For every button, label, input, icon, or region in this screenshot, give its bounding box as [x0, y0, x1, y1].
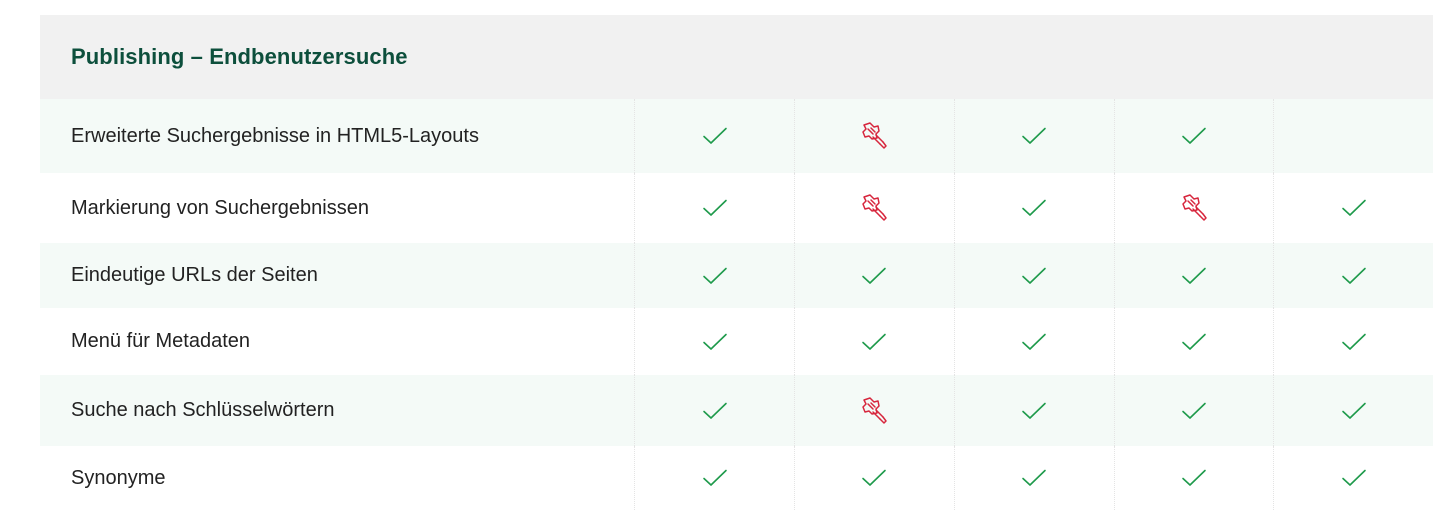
feature-cell: [953, 446, 1114, 510]
feature-cell: [1113, 446, 1274, 510]
feature-cell: [794, 173, 954, 243]
feature-cell: [634, 446, 794, 510]
check-icon: [702, 402, 727, 419]
table-row: Markierung von Suchergebnissen: [40, 173, 1433, 243]
check-icon: [862, 469, 887, 486]
feature-label: Menü für Metadaten: [71, 330, 250, 352]
plugin-icon: [1182, 194, 1207, 221]
feature-label: Markierung von Suchergebnissen: [71, 196, 369, 219]
check-icon: [702, 127, 727, 144]
feature-cell: [1113, 243, 1274, 308]
feature-cell: [1273, 308, 1433, 375]
feature-cell: [1273, 173, 1433, 243]
feature-cell: [794, 446, 954, 510]
check-icon: [1341, 267, 1366, 284]
plugin-icon: [862, 122, 888, 149]
feature-cell: [794, 99, 954, 173]
feature-label: Synonyme: [71, 466, 166, 489]
feature-label: Erweiterte Suchergebnisse in HTML5-Layou…: [71, 124, 479, 147]
check-icon: [1182, 127, 1206, 144]
feature-cell: [953, 173, 1114, 243]
feature-cell: [1113, 375, 1274, 446]
feature-cell: [634, 173, 794, 243]
feature-cell: [1113, 99, 1274, 173]
table-row: Eindeutige URLs der Seiten: [40, 243, 1433, 308]
check-icon: [702, 267, 727, 284]
section-header: Publishing – Endbenutzersuche: [40, 15, 1433, 99]
feature-cell: [794, 243, 954, 308]
feature-cell: [953, 243, 1114, 308]
check-icon: [1182, 267, 1206, 284]
table-row: Erweiterte Suchergebnisse in HTML5-Layou…: [40, 99, 1433, 173]
check-icon: [1341, 333, 1366, 350]
feature-cell: [634, 243, 794, 308]
check-icon: [862, 267, 887, 284]
feature-cell: [953, 99, 1114, 173]
feature-cell: [634, 99, 794, 173]
feature-label: Suche nach Schlüsselwörtern: [71, 399, 335, 421]
plugin-icon: [862, 396, 888, 424]
section-title: Publishing – Endbenutzersuche: [71, 44, 408, 69]
feature-cell: [1113, 173, 1274, 243]
feature-cell: [1273, 243, 1433, 308]
check-icon: [1341, 199, 1366, 216]
plugin-icon: [862, 194, 888, 221]
check-icon: [1022, 402, 1046, 419]
check-icon: [1182, 469, 1206, 486]
check-icon: [702, 199, 727, 216]
check-icon: [1341, 402, 1366, 419]
feature-cell: [1113, 308, 1274, 375]
feature-cell: [794, 308, 954, 375]
table-row: Suche nach Schlüsselwörtern: [40, 375, 1433, 446]
feature-comparison-table: Publishing – Endbenutzersuche Erweiterte…: [40, 15, 1433, 510]
check-icon: [1022, 199, 1046, 216]
check-icon: [702, 469, 727, 486]
feature-cell: [634, 375, 794, 446]
check-icon: [1022, 267, 1046, 284]
feature-label: Eindeutige URLs der Seiten: [71, 264, 318, 286]
feature-cell: [1273, 446, 1433, 510]
check-icon: [1182, 402, 1206, 419]
feature-cell: [953, 375, 1114, 446]
check-icon: [862, 333, 887, 350]
check-icon: [1341, 469, 1366, 486]
table-row: Menü für Metadaten: [40, 308, 1433, 375]
feature-cell: [634, 308, 794, 375]
check-icon: [702, 333, 727, 350]
check-icon: [1182, 333, 1206, 350]
check-icon: [1022, 333, 1046, 350]
check-icon: [1022, 469, 1046, 486]
table-row: Synonyme: [40, 446, 1433, 510]
feature-cell: [794, 375, 954, 446]
feature-cell: [953, 308, 1114, 375]
check-icon: [1022, 127, 1046, 144]
feature-cell: [1273, 375, 1433, 446]
feature-cell: [1273, 99, 1433, 173]
